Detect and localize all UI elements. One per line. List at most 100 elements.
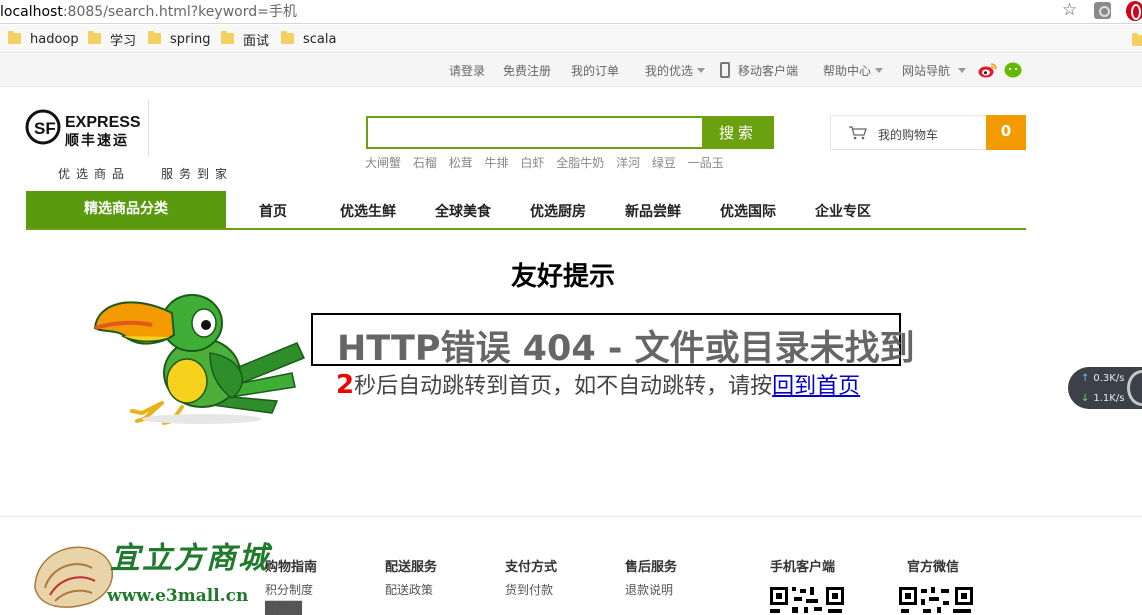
bookmark-label: scala <box>303 31 337 47</box>
mobile-client-link[interactable]: 移动客户端 <box>738 62 798 79</box>
back-to-home-link[interactable]: 回到首页 <box>772 374 860 399</box>
bookmark-hadoop[interactable]: hadoop <box>8 30 79 48</box>
bookmark-spring[interactable]: spring <box>148 30 210 48</box>
folder-icon <box>1132 32 1142 46</box>
svg-text:EXPRESS: EXPRESS <box>65 114 141 131</box>
download-speed: 1.1K/s <box>1093 393 1125 404</box>
nav-item-kitchen[interactable]: 优选厨房 <box>530 201 586 221</box>
error-message: HTTP错误 404 - 文件或目录未找到 <box>337 329 915 369</box>
hotword-link[interactable]: 洋河 <box>616 156 640 170</box>
folder-icon <box>8 30 21 44</box>
footer-col-wechat: 官方微信 <box>907 560 960 575</box>
footer-link[interactable]: 退款说明 <box>625 581 673 598</box>
logo-divider <box>148 100 149 156</box>
footer-col-payment: 支付方式 <box>505 560 558 575</box>
chevron-down-icon <box>697 68 706 73</box>
footer-link[interactable]: 配送政策 <box>385 581 433 598</box>
site-nav-menu[interactable]: 网站导航 <box>902 62 967 79</box>
opera-icon[interactable] <box>1126 1 1142 21</box>
category-menu-button[interactable]: 精选商品分类 <box>26 191 226 228</box>
footer-link[interactable]: 积分制度 <box>265 581 313 598</box>
folder-icon <box>148 30 161 44</box>
sf-express-logo[interactable]: SF EXPRESS 顺丰速运 <box>25 105 155 155</box>
nav-item-international[interactable]: 优选国际 <box>720 201 776 221</box>
site-top-bar: 请登录 免费注册 我的订单 我的优选 移动客户端 帮助中心 网站导航 <box>0 54 1142 87</box>
url-field[interactable]: localhost:8085/search.html?keyword=手机 <box>0 1 297 21</box>
hotword-link[interactable]: 绿豆 <box>652 156 676 170</box>
folder-icon <box>281 30 294 44</box>
svg-text:顺丰速运: 顺丰速运 <box>65 132 129 149</box>
slogan-right: 服务到家 <box>161 167 234 181</box>
bookmark-interview[interactable]: 面试 <box>221 30 270 49</box>
footer-col-delivery: 配送服务 <box>385 560 438 575</box>
chevron-down-icon <box>875 68 884 73</box>
wechat-icon[interactable] <box>1004 62 1022 78</box>
countdown-seconds: 2 <box>336 370 355 400</box>
hotword-link[interactable]: 全脂牛奶 <box>556 156 604 170</box>
redirect-text: 秒后自动跳转到首页，如不自动跳转，请按 <box>354 374 773 399</box>
footer-divider <box>0 516 1142 517</box>
nav-item-fresh[interactable]: 优选生鲜 <box>340 201 396 221</box>
mobile-app-qr-icon <box>768 585 846 615</box>
search-input[interactable] <box>366 116 702 149</box>
footer-brand-url: www.e3mall.cn <box>107 586 249 606</box>
wechat-qr-icon <box>897 585 975 615</box>
cart-label: 我的购物车 <box>878 128 939 142</box>
bookmark-label: spring <box>170 31 211 47</box>
browser-address-bar[interactable]: localhost:8085/search.html?keyword=手机 ☆ <box>0 0 1142 24</box>
folder-icon <box>221 30 234 44</box>
cart-icon <box>849 126 867 140</box>
hotword-link[interactable]: 白虾 <box>520 156 544 170</box>
footer-col-after-sales: 售后服务 <box>625 560 678 575</box>
search-button[interactable]: 搜索 <box>702 116 774 149</box>
bookmark-label: 学习 <box>110 33 137 49</box>
hotword-link[interactable]: 石榴 <box>413 156 437 170</box>
my-orders-link[interactable]: 我的订单 <box>571 62 619 79</box>
my-youxuan-label: 我的优选 <box>645 64 694 78</box>
nav-item-enterprise[interactable]: 企业专区 <box>815 201 871 221</box>
my-youxuan-menu[interactable]: 我的优选 <box>645 62 706 79</box>
main-nav: 精选商品分类 首页 优选生鲜 全球美食 优选厨房 新品尝鲜 优选国际 企业专区 <box>26 191 1026 230</box>
site-nav-label: 网站导航 <box>902 64 951 78</box>
extension-icon[interactable] <box>1094 2 1111 19</box>
weibo-icon[interactable] <box>978 62 997 78</box>
hot-search-words: 大闸蟹 石榴 松茸 牛排 白虾 全脂牛奶 洋河 绿豆 一品玉 <box>365 154 732 171</box>
footer-col-shopping-guide: 购物指南 <box>265 560 318 575</box>
nav-item-home[interactable]: 首页 <box>259 201 287 221</box>
footer-link[interactable]: 货到付款 <box>505 581 553 598</box>
upload-speed: 0.3K/s <box>1093 373 1125 384</box>
bookmark-label: 面试 <box>243 33 270 49</box>
help-center-menu[interactable]: 帮助中心 <box>823 62 884 79</box>
footer-link-partial[interactable]: ████ <box>265 601 302 615</box>
nav-item-global-food[interactable]: 全球美食 <box>435 201 491 221</box>
footer-col-mobile-app: 手机客户端 <box>770 560 836 575</box>
nav-item-new[interactable]: 新品尝鲜 <box>625 201 681 221</box>
bookmark-study[interactable]: 学习 <box>88 30 137 49</box>
bookmark-label: hadoop <box>30 31 79 47</box>
upload-arrow-icon: ↑ <box>1081 373 1090 384</box>
phone-icon <box>720 62 730 78</box>
folder-icon <box>88 30 101 44</box>
redirect-notice: 2秒后自动跳转到首页，如不自动跳转，请按回到首页 <box>336 368 860 400</box>
svg-text:SF: SF <box>34 119 56 138</box>
register-link[interactable]: 免费注册 <box>503 62 551 79</box>
hotword-link[interactable]: 松茸 <box>449 156 473 170</box>
other-bookmarks[interactable] <box>1132 32 1142 50</box>
cart-count-badge: 0 <box>986 115 1026 150</box>
login-link[interactable]: 请登录 <box>449 62 485 79</box>
hotword-link[interactable]: 一品玉 <box>688 156 724 170</box>
help-center-label: 帮助中心 <box>823 64 872 78</box>
hotword-link[interactable]: 牛排 <box>485 156 509 170</box>
url-host: localhost <box>0 4 63 20</box>
footer-brand-name: 宜立方商城 <box>110 541 270 576</box>
download-arrow-icon: ↓ <box>1081 393 1090 404</box>
parrot-illustration <box>93 294 306 425</box>
slogan-left: 优选商品 <box>58 167 131 181</box>
bookmark-star-icon[interactable]: ☆ <box>1062 0 1077 20</box>
cart-box[interactable]: 我的购物车 0 <box>830 115 1026 150</box>
url-path: :8085/search.html?keyword=手机 <box>62 4 297 20</box>
hotword-link[interactable]: 大闸蟹 <box>365 156 401 170</box>
chevron-down-icon <box>958 68 967 73</box>
error-message-box: HTTP错误 404 - 文件或目录未找到 <box>311 313 915 369</box>
bookmark-scala[interactable]: scala <box>281 30 336 48</box>
